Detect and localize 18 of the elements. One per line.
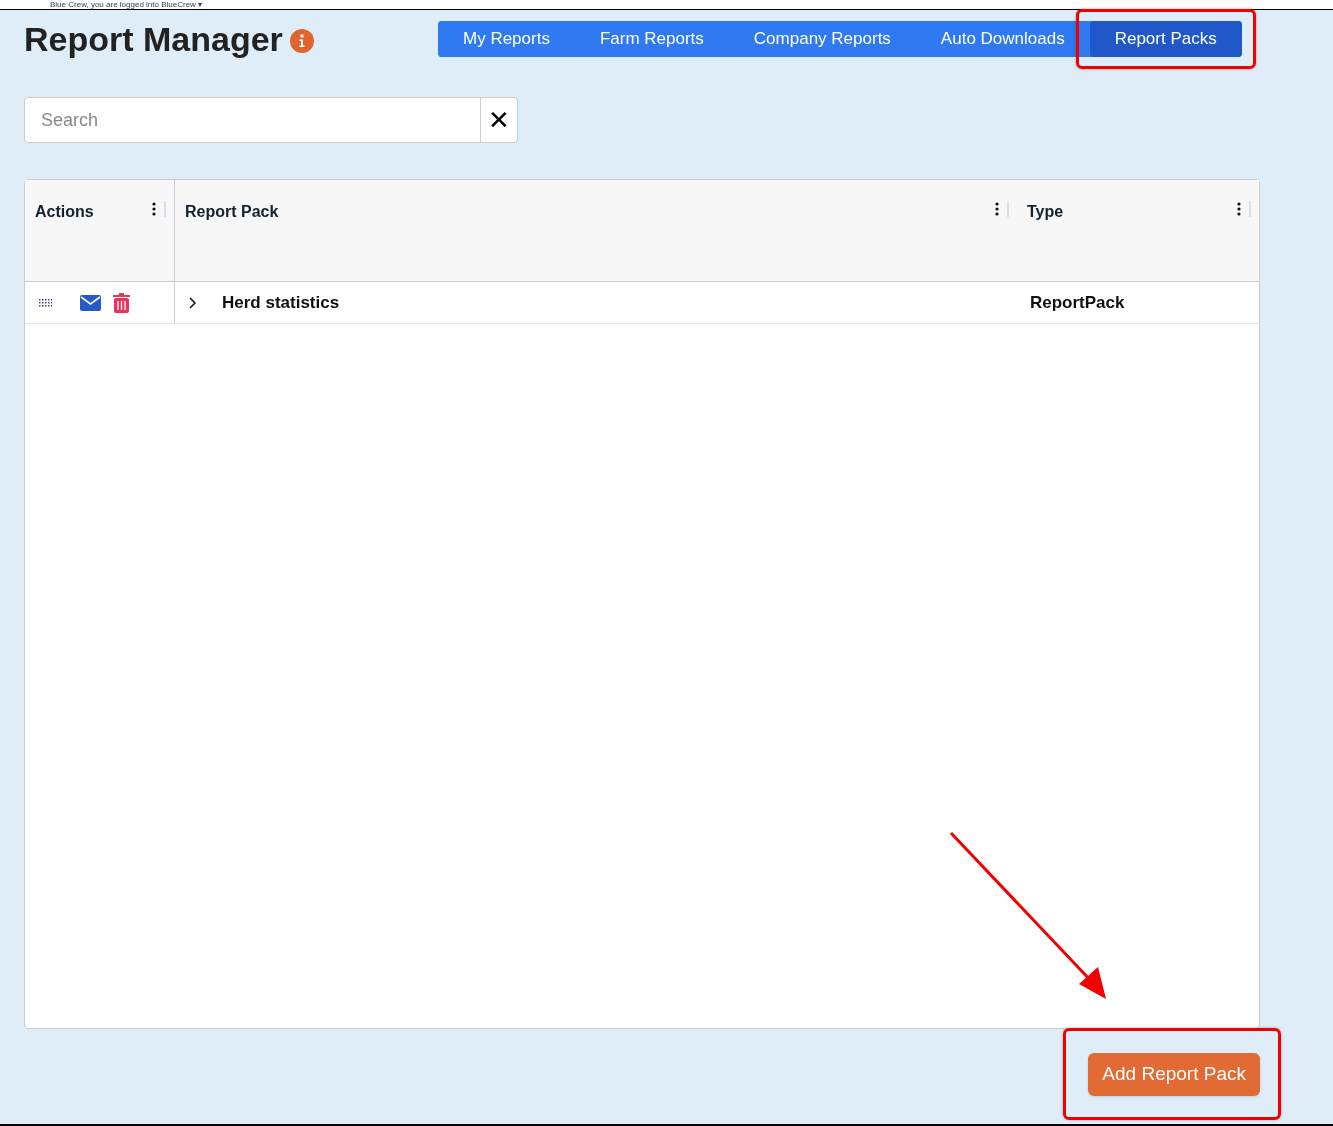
column-header[interactable]: Report Pack xyxy=(185,200,995,224)
column-menu-icon[interactable] xyxy=(1237,202,1241,216)
tab[interactable]: Report Packs xyxy=(1089,21,1242,57)
table-cell-text: Herd statistics xyxy=(222,291,340,314)
mail-icon[interactable] xyxy=(80,294,101,311)
column-menu-icon[interactable] xyxy=(152,202,156,216)
drag-handle-icon[interactable] xyxy=(39,298,52,307)
expand-chevron-icon[interactable] xyxy=(189,296,197,309)
login-status[interactable]: Blue Crew, you are logged into BlueCrew ▾ xyxy=(50,0,203,9)
search-field[interactable]: Search ✕ xyxy=(24,97,518,143)
column-header[interactable]: Type xyxy=(1027,200,1237,224)
table-cell: ReportPack xyxy=(1030,292,1125,312)
page-title: Report Manager xyxy=(24,19,283,60)
info-icon[interactable] xyxy=(289,29,314,53)
column-menu-icon[interactable] xyxy=(995,202,999,216)
column-header[interactable]: Actions xyxy=(35,200,152,224)
delete-icon[interactable] xyxy=(113,292,130,313)
clear-button[interactable]: ✕ xyxy=(480,98,517,142)
